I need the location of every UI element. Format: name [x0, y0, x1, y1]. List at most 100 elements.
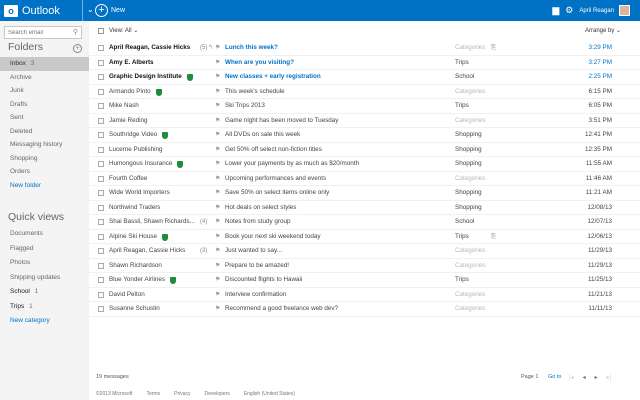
message-row[interactable]: Wide World Importers⚑Save 50% on select …	[89, 186, 640, 201]
folder-item-shopping[interactable]: Shopping	[0, 152, 89, 166]
message-row[interactable]: David Pelton⚑Interview confirmationCateg…	[89, 288, 640, 303]
category[interactable]: Categories	[455, 172, 485, 187]
new-category-link[interactable]: New category	[0, 314, 89, 329]
flag-icon[interactable]: ⚑	[215, 128, 220, 143]
flag-icon[interactable]: ⚑	[215, 230, 220, 245]
category[interactable]: Categories	[455, 302, 485, 317]
category[interactable]: Shopping	[455, 157, 482, 172]
message-row[interactable]: Mike Nash⚑Ski Trips 2013Trips6:05 PM	[89, 99, 640, 114]
message-checkbox[interactable]	[98, 190, 104, 196]
footer-link[interactable]: Developers	[205, 391, 230, 397]
message-row[interactable]: Susanne Schustin⚑Recommend a good freela…	[89, 302, 640, 317]
chevron-down-icon[interactable]: ⌄	[87, 6, 94, 14]
quick-view-flagged[interactable]: Flagged	[0, 242, 89, 257]
flag-icon[interactable]: ⚑	[215, 302, 220, 317]
message-checkbox[interactable]	[98, 147, 104, 153]
message-row[interactable]: Southridge Video⚑All DVDs on sale this w…	[89, 128, 640, 143]
user-name[interactable]: April Reagan	[579, 8, 614, 14]
message-checkbox[interactable]	[98, 103, 104, 109]
flag-icon[interactable]: ⚑	[215, 259, 220, 274]
message-checkbox[interactable]	[98, 306, 104, 312]
next-page-icon[interactable]: ▸	[595, 374, 598, 381]
message-row[interactable]: Amy E. Alberts⚑When are you visiting?Tri…	[89, 56, 640, 71]
flag-icon[interactable]: ⚑	[215, 215, 220, 230]
quick-view-trips[interactable]: Trips1	[0, 300, 89, 315]
chat-icon[interactable]: ▆	[552, 5, 559, 16]
quick-view-shipping-updates[interactable]: Shipping updates	[0, 271, 89, 286]
message-checkbox[interactable]	[98, 45, 104, 51]
category[interactable]: Shopping	[455, 143, 482, 158]
message-checkbox[interactable]	[98, 118, 104, 124]
category[interactable]: Trips	[455, 273, 469, 288]
category[interactable]: Categories	[455, 259, 485, 274]
outlook-logo[interactable]: o Outlook	[4, 3, 86, 18]
gear-icon[interactable]: ⚙	[565, 5, 573, 16]
folder-item-messaging-history[interactable]: Messaging history	[0, 138, 89, 152]
flag-icon[interactable]: ⚑	[215, 157, 220, 172]
message-checkbox[interactable]	[98, 176, 104, 182]
quick-view-photos[interactable]: Photos	[0, 256, 89, 271]
message-row[interactable]: April Reagan, Cassie Hicks(3)⚑Just wante…	[89, 244, 640, 259]
folder-item-drafts[interactable]: Drafts	[0, 98, 89, 112]
message-checkbox[interactable]	[98, 263, 104, 269]
flag-icon[interactable]: ⚑	[215, 201, 220, 216]
category[interactable]: School	[455, 70, 474, 85]
folder-item-junk[interactable]: Junk	[0, 84, 89, 98]
search-icon[interactable]: ⚲	[73, 28, 78, 36]
flag-icon[interactable]: ⚑	[215, 143, 220, 158]
message-row[interactable]: Shawn Richardson⚑Prepare to be amazed!Ca…	[89, 259, 640, 274]
category[interactable]: Categories	[455, 85, 485, 100]
add-folder-icon[interactable]: +	[73, 44, 82, 53]
category[interactable]: Shopping	[455, 186, 482, 201]
category[interactable]: Categories	[455, 244, 485, 259]
footer-link[interactable]: Terms	[146, 391, 160, 397]
category[interactable]: Shopping	[455, 128, 482, 143]
flag-icon[interactable]: ⚑	[215, 244, 220, 259]
message-checkbox[interactable]	[98, 277, 104, 283]
select-all-checkbox[interactable]	[98, 28, 104, 34]
message-checkbox[interactable]	[98, 132, 104, 138]
search-input[interactable]	[5, 27, 68, 38]
message-checkbox[interactable]	[98, 248, 104, 254]
message-row[interactable]: Jamie Reding⚑Game night has been moved t…	[89, 114, 640, 129]
flag-icon[interactable]: ⚑	[215, 99, 220, 114]
flag-icon[interactable]: ⚑	[215, 41, 220, 56]
footer-link[interactable]: English (United States)	[244, 391, 295, 397]
last-page-icon[interactable]: ▸|	[607, 374, 612, 381]
category[interactable]: School	[455, 215, 474, 230]
message-row[interactable]: Blue Yonder Airlines⚑Discounted flights …	[89, 273, 640, 288]
message-row[interactable]: Northwind Traders⚑Hot deals on select st…	[89, 201, 640, 216]
arrange-by-dropdown[interactable]: Arrange by ⌄	[585, 27, 621, 34]
flag-icon[interactable]: ⚑	[215, 273, 220, 288]
category[interactable]: Shopping	[455, 201, 482, 216]
message-checkbox[interactable]	[98, 219, 104, 225]
message-checkbox[interactable]	[98, 74, 104, 80]
folder-item-orders[interactable]: Orders	[0, 165, 89, 179]
view-filter-dropdown[interactable]: View: All ⌄	[109, 27, 138, 34]
message-checkbox[interactable]	[98, 60, 104, 66]
category[interactable]: Categories	[455, 288, 485, 303]
folder-item-deleted[interactable]: Deleted	[0, 125, 89, 139]
new-message-button[interactable]: + New	[95, 3, 125, 18]
message-row[interactable]: April Reagan, Cassie Hicks(5)↰⚑Lunch thi…	[89, 41, 640, 56]
flag-icon[interactable]: ⚑	[215, 70, 220, 85]
message-row[interactable]: Alpine Ski House⚑Book your next ski week…	[89, 230, 640, 245]
message-row[interactable]: Fourth Coffee⚑Upcoming performances and …	[89, 172, 640, 187]
message-row[interactable]: Lucerne Publishing⚑Get 50% off select no…	[89, 143, 640, 158]
category[interactable]: Categories	[455, 41, 485, 56]
flag-icon[interactable]: ⚑	[215, 56, 220, 71]
flag-icon[interactable]: ⚑	[215, 288, 220, 303]
folder-item-sent[interactable]: Sent	[0, 111, 89, 125]
message-checkbox[interactable]	[98, 89, 104, 95]
quick-view-school[interactable]: School1	[0, 285, 89, 300]
new-folder-link[interactable]: New folder	[0, 179, 89, 193]
flag-icon[interactable]: ⚑	[215, 85, 220, 100]
footer-link[interactable]: Privacy	[174, 391, 190, 397]
folder-item-inbox[interactable]: Inbox3	[0, 57, 89, 71]
category[interactable]: Trips	[455, 56, 469, 71]
message-checkbox[interactable]	[98, 205, 104, 211]
first-page-icon[interactable]: |◂	[569, 374, 574, 381]
message-row[interactable]: Shai Bassli, Shawn Richards...(4)⚑Notes …	[89, 215, 640, 230]
message-checkbox[interactable]	[98, 234, 104, 240]
avatar[interactable]	[619, 5, 630, 16]
